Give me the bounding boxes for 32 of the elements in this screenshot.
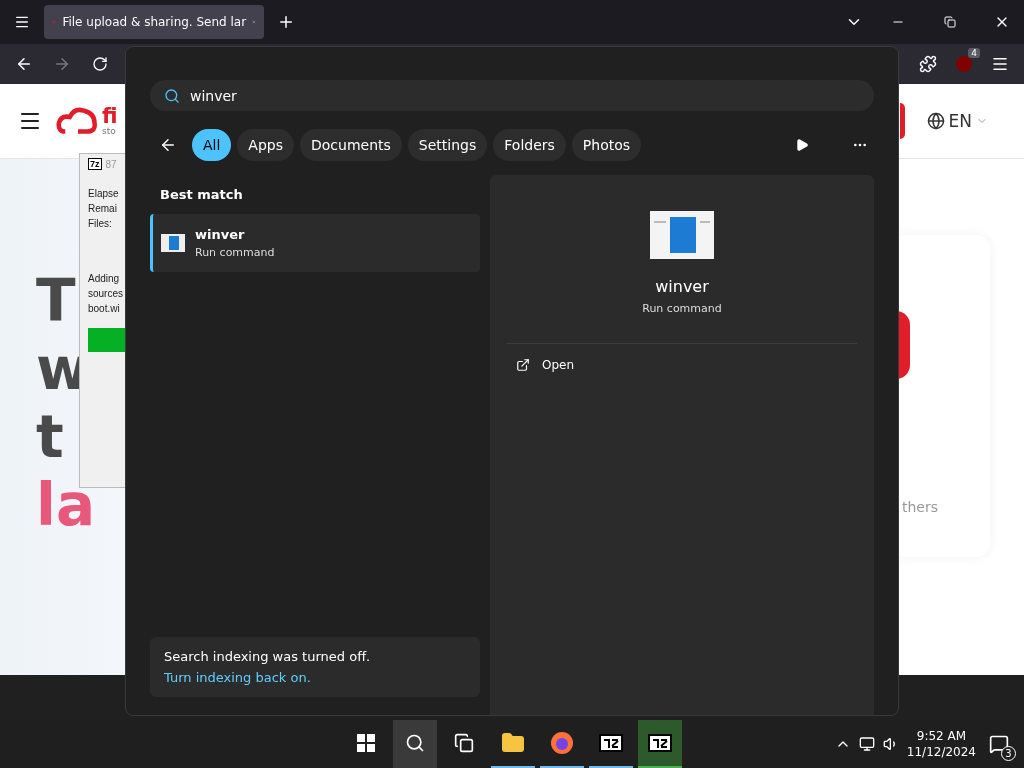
headline-text: t (36, 403, 65, 471)
section-heading: Best match (159, 186, 244, 204)
window-title: 87 (105, 158, 117, 170)
progress-label: Files: (88, 218, 113, 229)
filter-tab[interactable]: Folders (493, 129, 566, 161)
status-text: Adding (88, 273, 121, 284)
headline-text: la (36, 471, 96, 539)
filter-tab[interactable]: Apps (237, 129, 294, 161)
notice-text: Search indexing was turned off. (164, 649, 372, 664)
extension-badge: 4 (968, 48, 980, 58)
clock[interactable]: 9:52 AM 11/12/2024 (906, 729, 976, 759)
filter-tab[interactable]: Documents (300, 129, 402, 161)
progress-label: Remai (88, 203, 118, 214)
logo-tagline: sto (102, 127, 117, 136)
logo-text: fi (102, 106, 118, 127)
open-action[interactable]: Open (490, 344, 874, 386)
search-result[interactable]: winver Run command (150, 214, 480, 272)
card-text: thers (902, 499, 939, 515)
notification-count: 3 (1001, 746, 1016, 761)
language-selector[interactable]: EN (926, 111, 988, 131)
filter-tab[interactable]: Photos (571, 129, 642, 161)
filter-tab[interactable]: Settings (407, 129, 488, 161)
progress-label: Elapse (88, 188, 120, 199)
browser-tab[interactable]: File upload & sharing. Send lar (44, 5, 264, 39)
file-path: boot.wi (88, 303, 121, 314)
app-title: winver (655, 277, 709, 296)
search-field[interactable]: winver (150, 80, 874, 111)
filter-tab[interactable]: All (192, 129, 232, 161)
indexing-link[interactable]: Turn indexing back on. (164, 670, 466, 685)
app-badge: 7z (88, 158, 102, 170)
app-subtitle: Run command (642, 302, 722, 315)
file-path: sources (88, 288, 124, 299)
